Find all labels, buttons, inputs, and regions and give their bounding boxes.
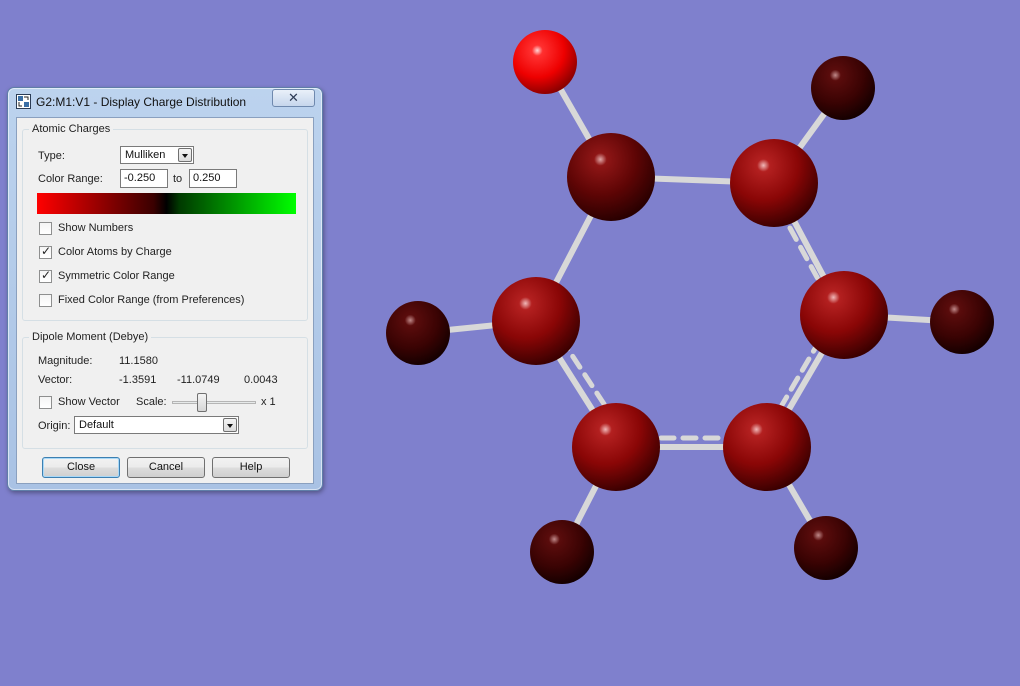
vector-label: Vector: [38,374,73,386]
gaussview-app-icon [16,94,31,109]
color-range-to-label: to [173,173,183,185]
scale-slider-thumb[interactable] [197,393,207,412]
atom-oxygen[interactable] [513,30,577,94]
atom-hydrogen-1[interactable] [811,56,875,120]
show-vector-checkbox[interactable] [39,396,52,409]
title-bar[interactable]: G2:M1:V1 - Display Charge Distribution ✕ [8,88,322,116]
dialog-client-area: Atomic Charges Type: Mulliken Color Rang… [16,117,314,484]
charge-type-value: Mulliken [125,149,166,161]
show-numbers-label[interactable]: Show Numbers [58,222,133,234]
color-range-label: Color Range: [38,173,103,185]
close-button[interactable]: Close [42,457,120,478]
fixed-color-range-checkbox[interactable] [39,294,52,307]
cancel-button[interactable]: Cancel [127,457,205,478]
chevron-down-icon[interactable] [178,148,192,162]
dialog-title: G2:M1:V1 - Display Charge Distribution [36,95,247,109]
charge-distribution-dialog: G2:M1:V1 - Display Charge Distribution ✕… [7,87,323,491]
atom-carbon-3[interactable] [800,271,888,359]
show-numbers-checkbox[interactable] [39,222,52,235]
atom-hydrogen-3[interactable] [930,290,994,354]
atom-layer [386,30,994,584]
dash-c3-c4 [779,337,823,408]
atom-carbon-6[interactable] [492,277,580,365]
atomic-charges-group-label: Atomic Charges [29,123,114,135]
type-label: Type: [38,150,65,162]
color-range-min-input[interactable]: -0.250 [120,169,168,188]
atom-hydrogen-2[interactable] [386,301,450,365]
color-atoms-by-charge-label[interactable]: Color Atoms by Charge [58,246,172,258]
origin-value: Default [79,419,114,431]
help-button[interactable]: Help [212,457,290,478]
color-atoms-by-charge-checkbox[interactable] [39,244,52,259]
vector-y-value: -11.0749 [177,374,220,386]
scale-value: x 1 [261,396,276,408]
scale-label: Scale: [136,396,167,408]
fixed-color-range-label[interactable]: Fixed Color Range (from Preferences) [58,294,244,306]
magnitude-value: 11.1580 [119,355,158,367]
chevron-down-icon[interactable] [223,418,237,432]
atom-carbon-4[interactable] [723,403,811,491]
dipole-moment-group-label: Dipole Moment (Debye) [29,331,152,343]
atom-carbon-1[interactable] [567,133,655,221]
scale-slider-track[interactable] [172,401,256,404]
vector-x-value: -1.3591 [119,374,157,386]
origin-select[interactable]: Default [74,416,239,434]
color-range-max-input[interactable]: 0.250 [189,169,237,188]
vector-z-value: 0.0043 [244,374,278,386]
atom-hydrogen-4[interactable] [530,520,594,584]
atom-hydrogen-5[interactable] [794,516,858,580]
window-close-button[interactable]: ✕ [272,89,315,107]
charge-color-gradient-bar [37,193,296,214]
charge-type-select[interactable]: Mulliken [120,146,194,164]
show-vector-label[interactable]: Show Vector [58,396,120,408]
atom-carbon-5[interactable] [572,403,660,491]
magnitude-label: Magnitude: [38,355,93,367]
symmetric-color-range-checkbox[interactable] [39,268,52,283]
close-icon: ✕ [288,90,299,105]
atom-carbon-2[interactable] [730,139,818,227]
origin-label: Origin: [38,420,71,432]
symmetric-color-range-label[interactable]: Symmetric Color Range [58,270,175,282]
